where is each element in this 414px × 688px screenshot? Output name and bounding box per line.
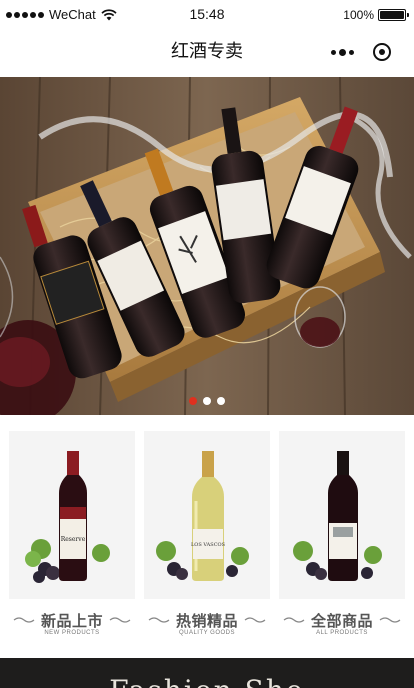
category-subtitle: NEW PRODUCTS [44, 630, 100, 636]
carousel-dot[interactable] [203, 397, 211, 405]
banner-image [0, 77, 414, 415]
category-title: 热销精品 [175, 611, 238, 630]
battery-icon [378, 9, 409, 21]
swirl-left-icon [148, 617, 170, 623]
carousel-indicator [0, 397, 414, 405]
battery-level [380, 11, 404, 19]
miniprogram-capsule [322, 36, 402, 68]
swirl-right-icon [244, 617, 266, 623]
category-image: Reserve [9, 431, 135, 599]
white-wine-bottle-image: LOS VASCOS [156, 451, 249, 581]
category-quality-goods[interactable]: LOS VASCOS 热销精品 QUALITY GOODS [144, 431, 270, 656]
fashion-banner-title: Fashion Sho [0, 674, 414, 688]
svg-text:Reserve: Reserve [61, 536, 86, 543]
category-title: 全部商品 [310, 611, 373, 630]
category-label: 热销精品 [144, 609, 270, 631]
more-dots-icon[interactable] [322, 36, 362, 68]
fashion-banner[interactable]: Fashion Sho [0, 658, 414, 688]
swirl-left-icon [283, 617, 305, 623]
swirl-right-icon [109, 617, 131, 623]
category-label: 全部商品 [279, 609, 405, 631]
carousel-dot[interactable] [189, 397, 197, 405]
red-wine-bottle-image [293, 451, 382, 581]
swirl-left-icon [13, 617, 35, 623]
category-subtitle: ALL PRODUCTS [316, 630, 368, 636]
nav-bar: 红酒专卖 [0, 30, 414, 75]
svg-text:LOS VASCOS: LOS VASCOS [191, 542, 226, 548]
swirl-right-icon [379, 617, 401, 623]
status-right: 100% [343, 8, 409, 22]
category-image [279, 431, 405, 599]
category-new-products[interactable]: Reserve 新品上市 NEW PRODUCTS [9, 431, 135, 656]
category-subtitle: QUALITY GOODS [178, 630, 236, 636]
status-bar: WeChat 15:48 100% [0, 0, 414, 30]
red-wine-bottle-image: Reserve [25, 451, 110, 583]
banner-carousel[interactable] [0, 77, 414, 415]
category-image: LOS VASCOS [144, 431, 270, 599]
category-label: 新品上市 [9, 609, 135, 631]
category-section: Reserve 新品上市 NEW PRODUCTS LOS VASCOS 热销精… [0, 415, 414, 658]
close-miniprogram-icon[interactable] [362, 36, 402, 68]
carousel-dot[interactable] [217, 397, 225, 405]
category-all-products[interactable]: 全部商品 ALL PRODUCTS [279, 431, 405, 656]
category-title: 新品上市 [40, 611, 103, 630]
battery-percent: 100% [343, 8, 374, 22]
